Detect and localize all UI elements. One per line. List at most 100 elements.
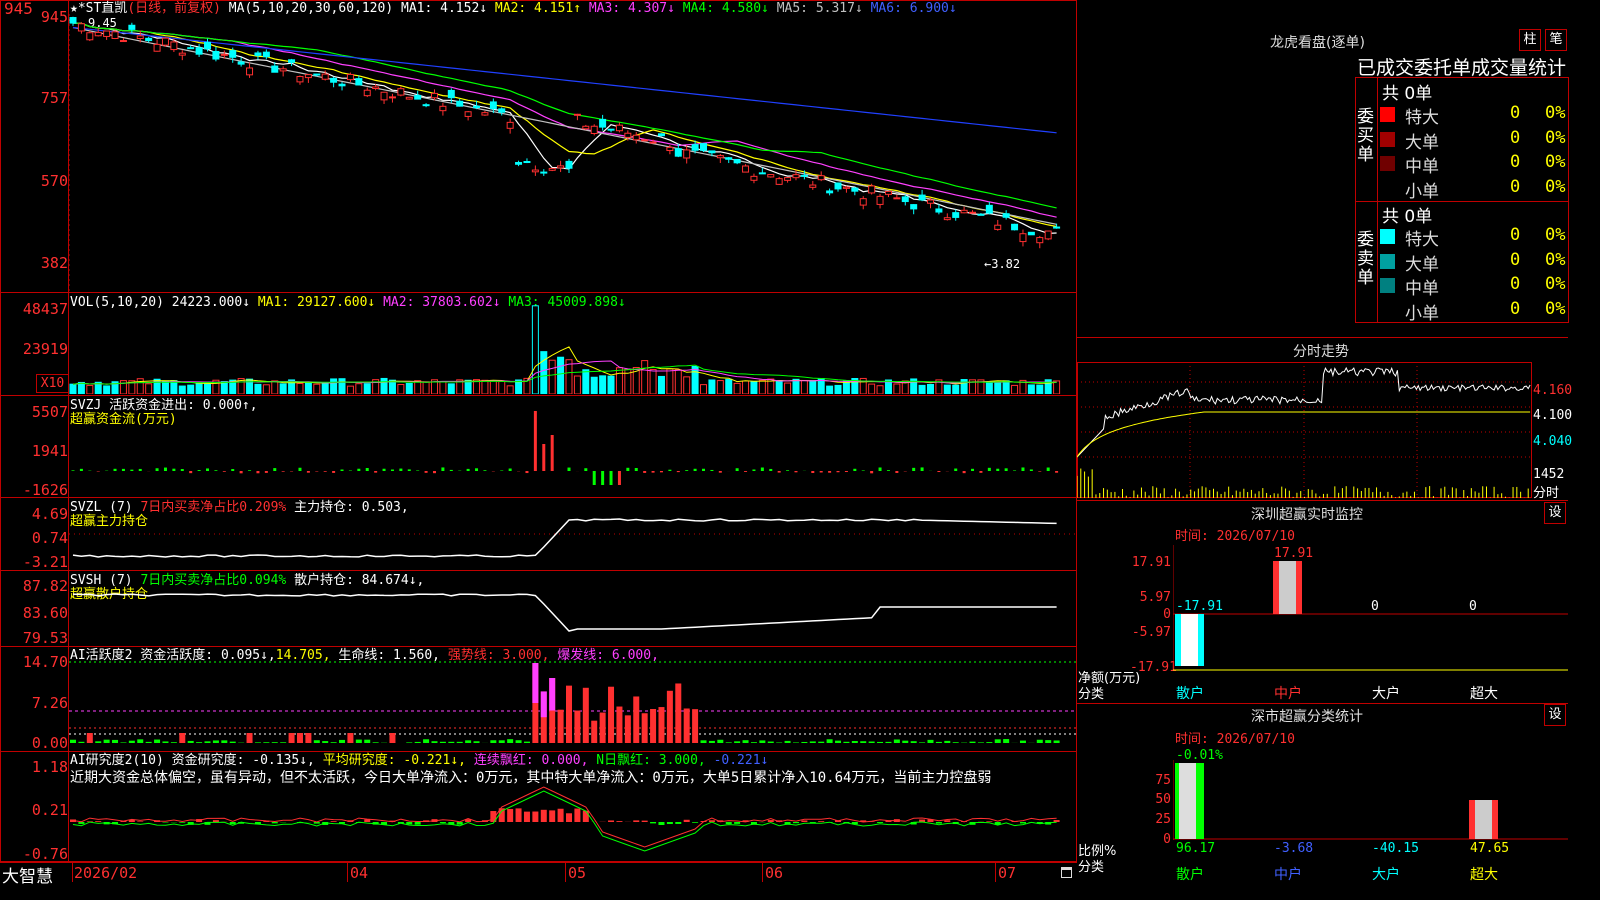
- candle-body: [380, 91, 388, 101]
- flow-bar: [357, 468, 361, 471]
- volume-bar: [641, 360, 649, 394]
- candle-body: [464, 111, 472, 117]
- activity-bar: [818, 741, 825, 743]
- candle-body: [346, 73, 354, 81]
- flow-bar: [710, 469, 714, 471]
- volume-bar: [86, 384, 94, 394]
- candle-body: [372, 86, 380, 90]
- activity-bar: [322, 741, 329, 743]
- activity-bar: [633, 696, 640, 743]
- volume-bar: [153, 378, 161, 394]
- intraday-chart[interactable]: [1077, 362, 1532, 498]
- candle-body: [271, 65, 279, 73]
- tick-mode-button[interactable]: 笔: [1545, 29, 1567, 51]
- flow-bar: [744, 471, 748, 472]
- activity-bar: [608, 686, 615, 743]
- position-line: [72, 593, 1057, 632]
- volume-bar: [582, 369, 590, 394]
- candle-body: [187, 47, 195, 50]
- flow-bar: [550, 435, 554, 471]
- activity-bar: [767, 741, 774, 743]
- ai1-chart[interactable]: [69, 647, 1076, 751]
- volume-bar: [397, 384, 405, 394]
- category-label: 中户: [1274, 867, 1302, 883]
- research-bar: [944, 820, 951, 822]
- volume-bar: [809, 380, 817, 394]
- volume-bar: [363, 383, 371, 394]
- research-bar: [986, 821, 993, 822]
- candle-body: [918, 194, 926, 201]
- candle-body: [632, 134, 640, 141]
- classstat-chart[interactable]: [1173, 760, 1568, 840]
- activity-bar: [1045, 740, 1052, 743]
- level-percent: 0%: [1545, 225, 1566, 245]
- candle-body: [666, 146, 674, 152]
- candle-body: [809, 184, 817, 188]
- candle-body: [405, 96, 413, 100]
- flow-bar: [1055, 471, 1059, 473]
- volume-bar: [1027, 384, 1035, 394]
- intraday-axis: 4.100: [1533, 408, 1573, 423]
- flow-bar: [1046, 467, 1050, 471]
- flow-bar: [155, 468, 159, 471]
- monitor-settings-button[interactable]: 设: [1544, 502, 1566, 524]
- level-name: 大单: [1405, 254, 1439, 275]
- candle-body: [246, 67, 254, 76]
- classstat-settings-button[interactable]: 设: [1544, 704, 1566, 726]
- candle-body: [834, 182, 842, 190]
- flow-bar: [584, 468, 588, 471]
- flow-bar: [870, 471, 874, 474]
- flow-bar: [760, 467, 764, 471]
- candle-body: [826, 190, 834, 194]
- flow-bar: [626, 467, 630, 471]
- activity-bar: [145, 741, 152, 743]
- price-axis-382: 382: [40, 254, 68, 272]
- activity-bar: [616, 706, 623, 743]
- monitor-xlabel: 分类: [1078, 687, 1105, 702]
- flow-bar: [987, 467, 991, 471]
- svsh-chart[interactable]: [69, 571, 1076, 646]
- classstat-xlabel: 分类: [1078, 860, 1105, 875]
- candle-body: [262, 51, 270, 58]
- volume-bar: [742, 380, 750, 394]
- candle-body: [985, 204, 993, 214]
- research-bar: [406, 822, 413, 825]
- ai1-axis-mid: 7.26: [31, 694, 68, 712]
- candle-body: [926, 199, 934, 204]
- volume-bar: [1002, 380, 1010, 394]
- candle-body: [94, 31, 102, 37]
- lock-icon[interactable]: [1061, 867, 1072, 878]
- svzj-chart[interactable]: [69, 396, 1076, 497]
- date-label: 2026/02: [74, 864, 138, 882]
- svzl-chart[interactable]: [69, 498, 1076, 570]
- candle-body: [969, 211, 977, 214]
- order-row: 小单 0 0%: [1380, 298, 1568, 324]
- activity-bar: [78, 741, 85, 743]
- candlestick-chart[interactable]: [69, 14, 1076, 292]
- volume-bar: [321, 383, 329, 394]
- research-bar: [818, 821, 825, 822]
- candle-body: [338, 83, 346, 87]
- flow-bar: [718, 471, 722, 473]
- research-bar: [439, 822, 446, 824]
- bar-mode-button[interactable]: 柱: [1519, 29, 1541, 51]
- classstat-time: 时间: 2026/07/10: [1175, 732, 1295, 747]
- monitor-bar-label: 0: [1371, 599, 1379, 614]
- flow-bar: [163, 467, 167, 471]
- candle-body: [498, 108, 506, 113]
- flow-bar: [130, 469, 134, 471]
- ai2-chart[interactable]: [69, 752, 1076, 862]
- volume-bar: [876, 385, 884, 394]
- volume-chart[interactable]: [69, 296, 1076, 394]
- activity-bar: [179, 733, 186, 743]
- activity-bar: [1003, 739, 1010, 743]
- candle-body: [170, 41, 178, 51]
- flow-bar: [861, 470, 865, 471]
- candle-body: [254, 52, 262, 56]
- flow-bar: [878, 467, 882, 471]
- candle-body: [784, 177, 792, 181]
- volume-bar: [346, 385, 354, 394]
- flow-bar: [121, 468, 125, 471]
- candle-body: [817, 175, 825, 181]
- activity-bar: [162, 741, 169, 743]
